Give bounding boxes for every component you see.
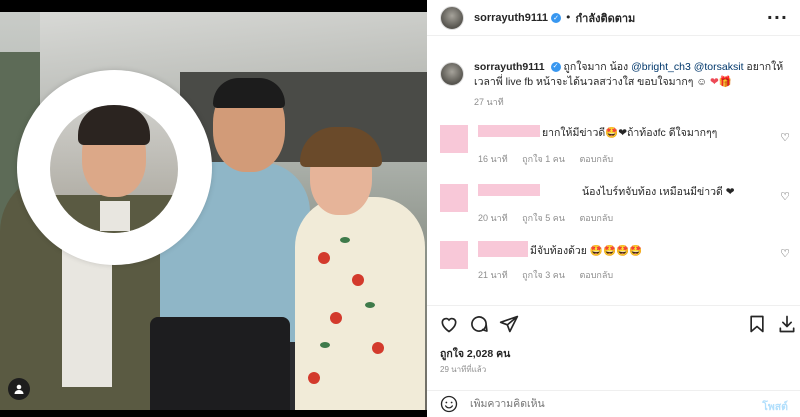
redacted-username[interactable]: [478, 125, 540, 137]
like-heart-icon[interactable]: [439, 314, 459, 334]
comment-bubble-icon[interactable]: [469, 314, 489, 334]
redacted-username[interactable]: [478, 241, 528, 257]
caption-avatar[interactable]: [440, 62, 464, 86]
heart-outline-icon[interactable]: ♡: [780, 131, 790, 144]
heart-outline-icon[interactable]: ♡: [780, 190, 790, 203]
dress-leaf: [320, 342, 330, 348]
posted-time[interactable]: 29 นาทีที่แล้ว: [440, 363, 486, 376]
comment-text: น้องไบร์ทจับท้อง เหมือนมีข่าวดี ❤: [582, 186, 735, 198]
comment-text: ยากให้มีข่าวดี🤩❤ถ้าท้องfc ดีใจมากๆๆ: [542, 127, 718, 139]
post-photo[interactable]: [0, 0, 427, 417]
caption-time: 27 นาที: [474, 97, 504, 107]
add-comment-bar: โพสต์: [427, 390, 800, 417]
mention-link[interactable]: @bright_ch3: [631, 61, 691, 73]
download-icon[interactable]: [777, 314, 797, 334]
person-middle-hair: [213, 78, 285, 108]
dress-leaf: [365, 302, 375, 308]
caption-body-1: ถูกใจมาก น้อง: [563, 61, 632, 73]
like-count[interactable]: ถูกใจ 2,028 คน: [440, 345, 510, 362]
comment-time: 16 นาที: [478, 154, 508, 164]
comment-meta: 16 นาที ถูกใจ 1 คน ตอบกลับ: [478, 152, 625, 166]
redacted-avatar[interactable]: [440, 241, 468, 269]
action-bar: [427, 305, 800, 341]
header-username[interactable]: sorrayuth9111: [474, 12, 548, 24]
post-comment-button[interactable]: โพสต์: [762, 398, 788, 415]
comment-text: มีจับท้องด้วย 🤩🤩🤩🤩: [530, 245, 643, 257]
bookmark-icon[interactable]: [747, 314, 767, 334]
heart-outline-icon[interactable]: ♡: [780, 247, 790, 260]
black-bag: [150, 317, 290, 410]
user-tag-icon[interactable]: [8, 378, 30, 400]
emoji-smiley-icon[interactable]: [440, 395, 458, 413]
post-caption: sorrayuth9111 ✓ ถูกใจมาก น้อง @bright_ch…: [440, 60, 790, 110]
comment-time: 20 นาที: [478, 213, 508, 223]
share-paperplane-icon[interactable]: [499, 314, 519, 334]
dress-flower: [318, 252, 330, 264]
comment-item: น้องไบร์ทจับท้อง เหมือนมีข่าวดี ❤ 20 นาท…: [440, 184, 790, 224]
comment-likes[interactable]: ถูกใจ 1 คน: [522, 154, 565, 164]
comment-time: 21 นาที: [478, 270, 508, 280]
more-dots-icon[interactable]: ···: [767, 8, 788, 27]
reply-button[interactable]: ตอบกลับ: [579, 154, 613, 164]
caption-username[interactable]: sorrayuth9111: [474, 61, 545, 73]
comment-item: มีจับท้องด้วย 🤩🤩🤩🤩 21 นาที ถูกใจ 3 คน ตอ…: [440, 241, 790, 281]
avatar[interactable]: [440, 5, 464, 30]
reply-button[interactable]: ตอบกลับ: [579, 213, 613, 223]
redacted-avatar[interactable]: [440, 184, 468, 212]
dress-flower: [308, 372, 320, 384]
reflection-hair: [78, 105, 150, 145]
post-header: sorrayuth9111 ✓ • กำลังติดตาม ···: [427, 0, 800, 36]
mention-link[interactable]: @torsaksit: [694, 61, 744, 73]
caption-emoji: ❤🎁: [709, 76, 732, 88]
dress-flower: [330, 312, 342, 324]
comment-likes[interactable]: ถูกใจ 3 คน: [522, 270, 565, 280]
caption-text: sorrayuth9111 ✓ ถูกใจมาก น้อง @bright_ch…: [474, 60, 790, 110]
verified-badge-icon: ✓: [550, 62, 561, 73]
reflection-shirt: [100, 201, 130, 231]
verified-badge-icon: ✓: [551, 12, 561, 23]
separator-dot: •: [565, 11, 572, 24]
ring-light-reflection: [50, 105, 178, 233]
dress-leaf: [340, 237, 350, 243]
comment-meta: 21 นาที ถูกใจ 3 คน ตอบกลับ: [478, 268, 625, 282]
dress-flower: [372, 342, 384, 354]
add-comment-input[interactable]: [470, 398, 720, 410]
follow-status-button[interactable]: กำลังติดตาม: [576, 9, 636, 27]
reply-button[interactable]: ตอบกลับ: [579, 270, 613, 280]
comment-meta: 20 นาที ถูกใจ 5 คน ตอบกลับ: [478, 211, 625, 225]
dress-flower: [352, 274, 364, 286]
redacted-avatar[interactable]: [440, 125, 468, 153]
post-side-panel: sorrayuth9111 ✓ • กำลังติดตาม ··· sorray…: [427, 0, 800, 417]
redacted-username[interactable]: [478, 184, 540, 196]
comment-item: ยากให้มีข่าวดี🤩❤ถ้าท้องfc ดีใจมากๆๆ 16 น…: [440, 125, 790, 165]
comment-likes[interactable]: ถูกใจ 5 คน: [522, 213, 565, 223]
